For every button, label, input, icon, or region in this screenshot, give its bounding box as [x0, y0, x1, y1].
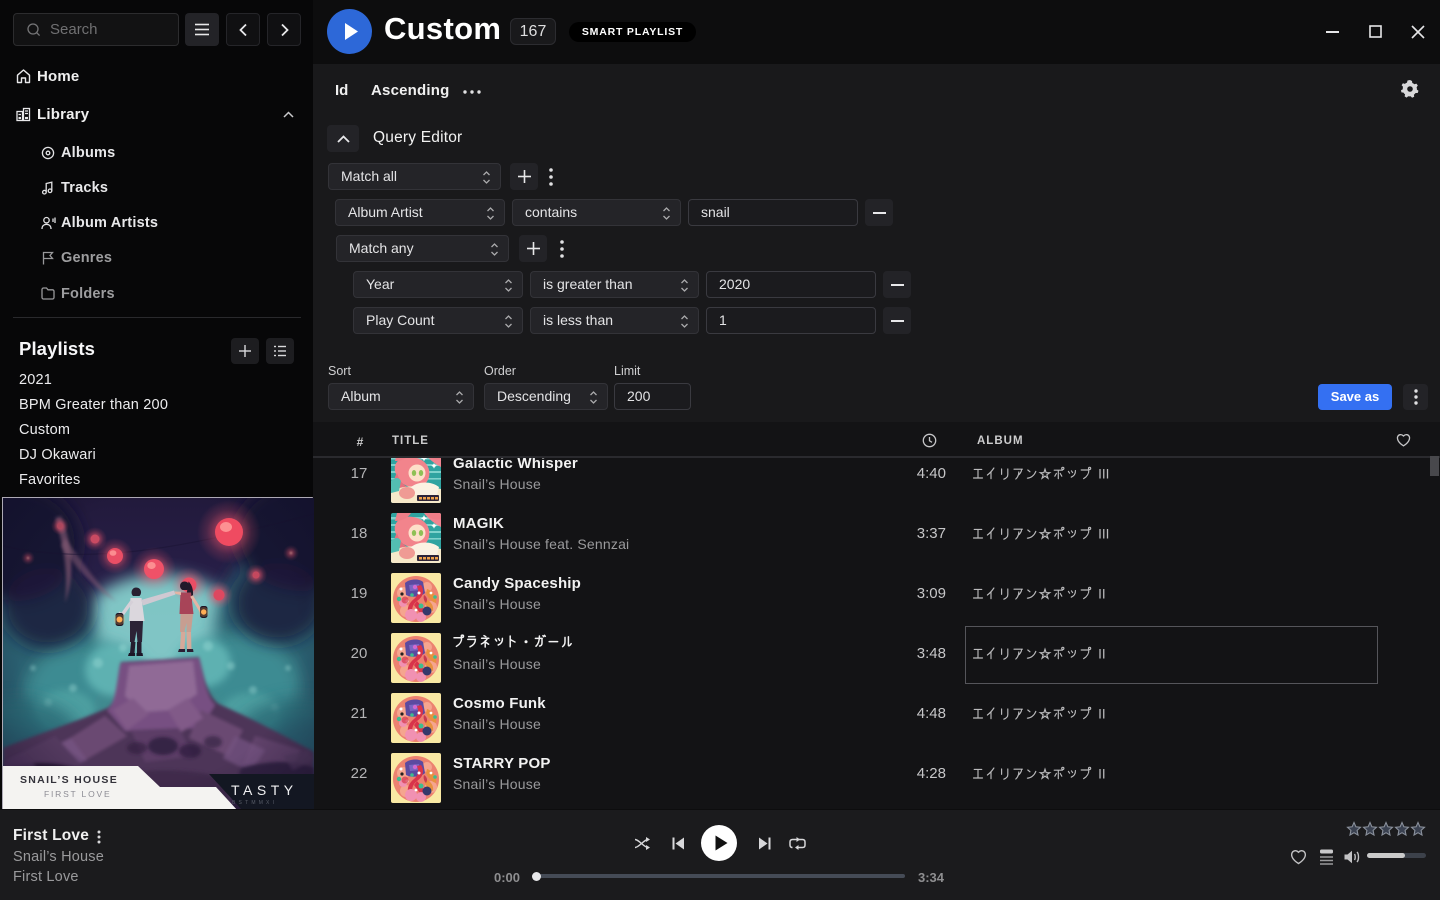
svg-text:FIRST LOVE: FIRST LOVE: [44, 789, 111, 799]
svg-text:II: II: [1098, 767, 1106, 782]
svg-text:II: II: [1098, 587, 1106, 602]
svg-text:II: II: [1098, 707, 1106, 722]
svg-text:TASTY: TASTY: [231, 782, 298, 798]
svg-text:BSTMMXI: BSTMMXI: [232, 800, 277, 806]
svg-text:SNAIL’S HOUSE: SNAIL’S HOUSE: [20, 774, 118, 786]
svg-text:III: III: [1098, 467, 1109, 482]
svg-text:III: III: [1098, 527, 1109, 542]
